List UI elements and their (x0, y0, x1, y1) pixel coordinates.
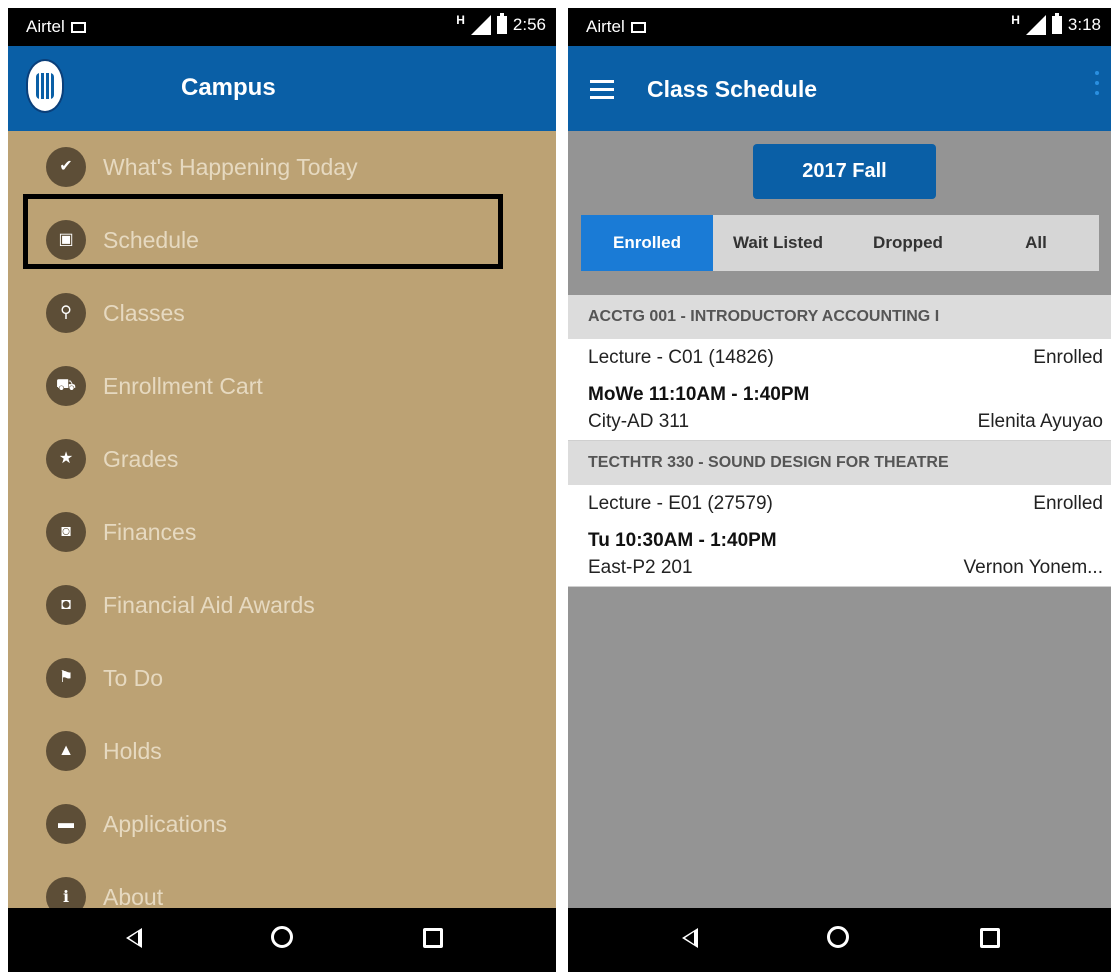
campus-drawer-screen: Airtel H 2:56 Campus ✔ What's Happening … (8, 8, 556, 972)
calendar-check-icon: ✔ (46, 147, 86, 187)
menu-item-to-do[interactable]: ⚑ To Do (8, 642, 556, 702)
carrier-label: Airtel (26, 17, 86, 37)
app-title: Campus (181, 74, 276, 101)
app-bar: Campus (8, 46, 556, 131)
image-notification-icon (630, 22, 646, 33)
wallet-icon: ◙ (46, 512, 86, 552)
signal-icon (470, 15, 491, 35)
signal-icon (1025, 15, 1046, 35)
battery-icon (496, 13, 507, 34)
network-type: H (1011, 13, 1020, 27)
menu-item-label: Finances (103, 519, 197, 545)
tab-dropped[interactable]: Dropped (843, 215, 973, 271)
schedule-content: 2017 Fall Enrolled Wait Listed Dropped A… (568, 131, 1111, 908)
menu-item-label: What's Happening Today (103, 154, 358, 180)
status-bar: Airtel H 2:56 (8, 8, 556, 46)
image-notification-icon (70, 22, 86, 33)
cart-icon: ⛟ (46, 366, 86, 406)
navigation-drawer: ✔ What's Happening Today ▣ Schedule ⚲ Cl… (8, 131, 556, 917)
instructor-name: Vernon Yonem... (963, 557, 1103, 578)
schedule-highlight-box (23, 194, 503, 269)
overflow-menu-icon[interactable] (1095, 71, 1099, 101)
menu-item-enrollment-cart[interactable]: ⛟ Enrollment Cart (8, 350, 556, 410)
course-header: ACCTG 001 - INTRODUCTORY ACCOUNTING I (568, 295, 1111, 339)
flag-icon: ⚑ (46, 658, 86, 698)
recent-apps-icon[interactable] (423, 928, 443, 948)
class-row[interactable]: Lecture - C01 (14826) Enrolled MoWe 11:1… (568, 339, 1111, 441)
menu-item-holds[interactable]: ▲ Holds (8, 715, 556, 775)
menu-item-label: To Do (103, 665, 164, 691)
enrollment-status: Enrolled (1033, 347, 1103, 368)
menu-item-label: Classes (103, 300, 185, 326)
menu-item-label: Financial Aid Awards (103, 592, 315, 618)
carrier-label: Airtel (586, 17, 646, 37)
battery-icon (1051, 13, 1062, 34)
hamburger-menu-icon[interactable] (590, 80, 614, 99)
menu-item-classes[interactable]: ⚲ Classes (8, 277, 556, 337)
instructor-name: Elenita Ayuyao (977, 411, 1103, 432)
menu-item-label: Applications (103, 811, 228, 837)
menu-item-whats-happening-today[interactable]: ✔ What's Happening Today (8, 131, 556, 191)
chat-icon: ▬ (46, 804, 86, 844)
menu-item-label: Enrollment Cart (103, 373, 263, 399)
home-icon[interactable] (827, 926, 849, 948)
meeting-time: Tu 10:30AM - 1:40PM (588, 530, 777, 551)
system-nav-bar (568, 908, 1111, 972)
class-component: Lecture - E01 (27579) (588, 493, 773, 514)
meeting-time: MoWe 11:10AM - 1:40PM (588, 384, 810, 405)
back-icon[interactable] (682, 928, 698, 948)
tab-wait-listed[interactable]: Wait Listed (713, 215, 843, 271)
enrollment-status: Enrolled (1033, 493, 1103, 514)
term-selector-button[interactable]: 2017 Fall (753, 144, 936, 199)
system-nav-bar (8, 908, 556, 972)
class-schedule-screen: Airtel H 3:18 Class Schedule 2017 Fall E… (568, 8, 1111, 972)
status-bar: Airtel H 3:18 (568, 8, 1111, 46)
menu-item-finances[interactable]: ◙ Finances (8, 496, 556, 556)
class-room: East-P2 201 (588, 557, 693, 578)
class-list: ACCTG 001 - INTRODUCTORY ACCOUNTING I Le… (568, 295, 1111, 587)
class-room: City-AD 311 (588, 411, 690, 432)
menu-item-label: Holds (103, 738, 162, 764)
status-tabs: Enrolled Wait Listed Dropped All (581, 215, 1099, 271)
tab-all[interactable]: All (973, 215, 1099, 271)
menu-item-label: Grades (103, 446, 179, 472)
back-icon[interactable] (126, 928, 142, 948)
college-logo (26, 59, 64, 113)
class-component: Lecture - C01 (14826) (588, 347, 774, 368)
home-icon[interactable] (271, 926, 293, 948)
briefcase-icon: ◘ (46, 585, 86, 625)
network-type: H (456, 13, 465, 27)
tab-enrolled[interactable]: Enrolled (581, 215, 713, 271)
course-header: TECTHTR 330 - SOUND DESIGN FOR THEATRE (568, 441, 1111, 485)
clock: 2:56 (512, 15, 546, 34)
clock: 3:18 (1067, 15, 1101, 34)
class-row[interactable]: Lecture - E01 (27579) Enrolled Tu 10:30A… (568, 485, 1111, 587)
warning-icon: ▲ (46, 731, 86, 771)
star-icon: ★ (46, 439, 86, 479)
menu-item-grades[interactable]: ★ Grades (8, 423, 556, 483)
recent-apps-icon[interactable] (980, 928, 1000, 948)
page-title: Class Schedule (647, 76, 818, 102)
menu-item-financial-aid-awards[interactable]: ◘ Financial Aid Awards (8, 569, 556, 629)
app-bar: Class Schedule (568, 46, 1111, 131)
menu-item-label: About (103, 884, 164, 910)
search-icon: ⚲ (46, 293, 86, 333)
menu-item-applications[interactable]: ▬ Applications (8, 788, 556, 848)
